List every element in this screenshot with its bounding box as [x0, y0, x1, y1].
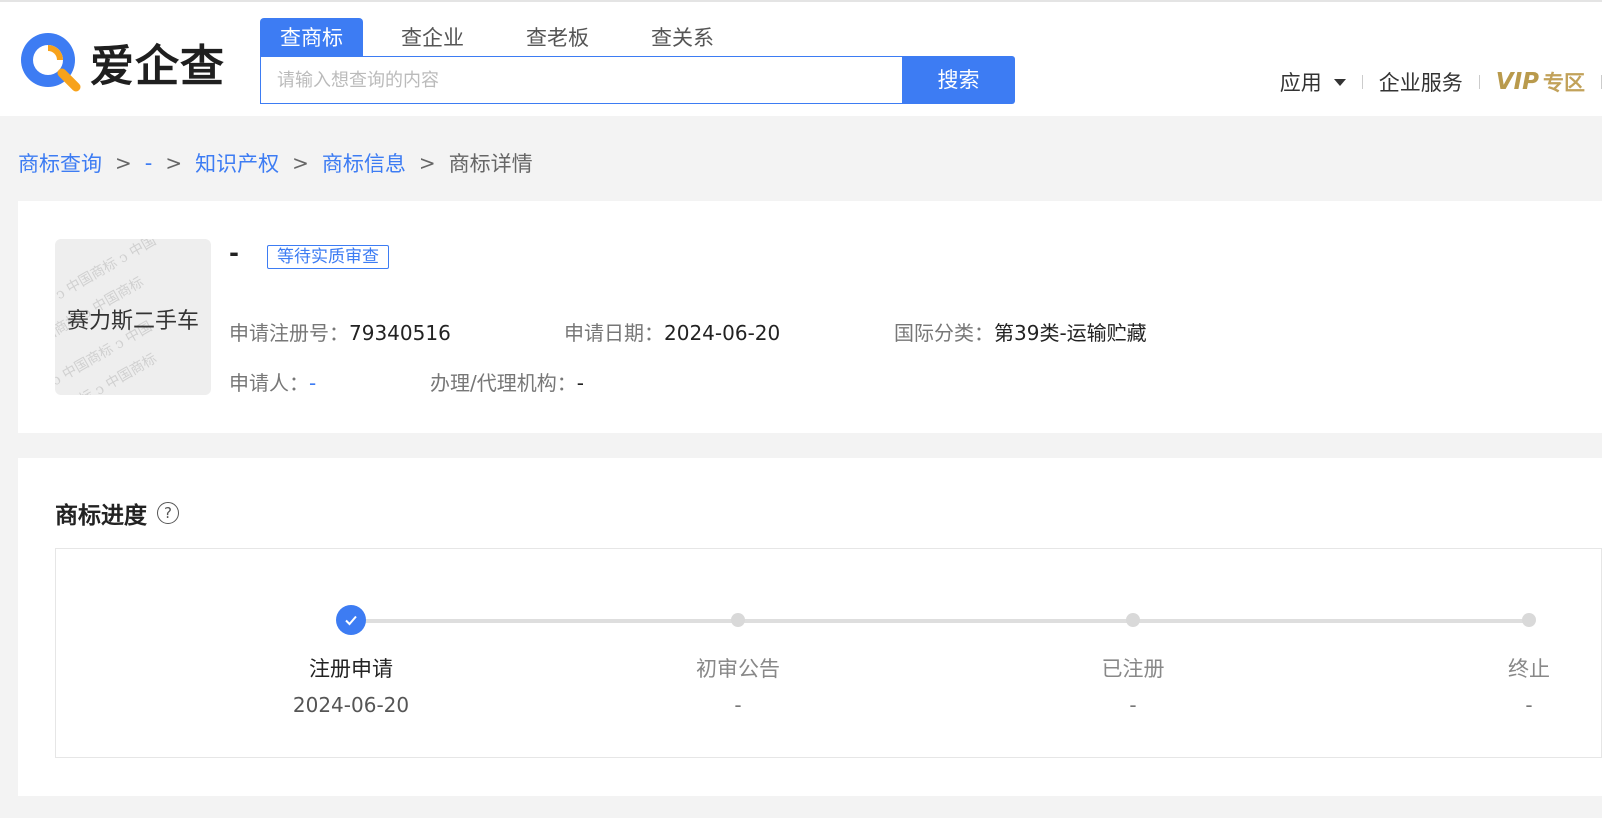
breadcrumb-separator: >	[165, 151, 183, 175]
agency-label: 办理/代理机构：	[430, 371, 577, 395]
reg-no-value: 79340516	[349, 321, 451, 345]
progress-title: 商标进度	[55, 503, 147, 529]
breadcrumb: 商标查询 > - > 知识产权 > 商标信息 > 商标详情	[18, 148, 533, 178]
apply-date-label: 申请日期：	[564, 321, 664, 345]
vip-badge: VIP	[1495, 69, 1539, 95]
intl-class-label: 国际分类：	[894, 321, 994, 345]
step-label-registered: 已注册	[1101, 657, 1165, 681]
trademark-image-text: 赛力斯二手车	[66, 309, 199, 334]
step-label-application: 注册申请	[309, 657, 393, 681]
tab-boss[interactable]: 查老板	[506, 18, 609, 56]
trademark-info-card: ↄ 中国商标 ↄ 中国 国商标 ↄ 中国商标 ↄ 中国商标 ↄ 中国 中国商标 …	[18, 201, 1602, 433]
tab-company[interactable]: 查企业	[381, 18, 484, 56]
intl-class-field: 国际分类：第39类-运输贮藏	[894, 317, 1147, 346]
breadcrumb-current: 商标详情	[448, 152, 533, 176]
breadcrumb-ip[interactable]: 知识产权	[195, 148, 279, 178]
breadcrumb-trademark-info[interactable]: 商标信息	[322, 148, 406, 178]
breadcrumb-separator: >	[115, 151, 132, 175]
applicant-link[interactable]: -	[309, 371, 316, 395]
apps-label: 应用	[1279, 71, 1322, 95]
enterprise-services-link[interactable]: 企业服务	[1363, 67, 1479, 97]
breadcrumb-company[interactable]: -	[145, 151, 153, 175]
apply-date-value: 2024-06-20	[664, 321, 781, 345]
agency-field: 办理/代理机构：-	[430, 367, 584, 396]
vip-zone-label: 专区	[1543, 71, 1585, 95]
intl-class-value: 第39类-运输贮藏	[994, 321, 1147, 345]
apps-menu[interactable]: 应用	[1264, 67, 1362, 97]
top-nav: 应用 企业服务 VIP 专区	[1264, 64, 1602, 100]
applicant-field: 申请人：-	[229, 367, 316, 396]
step-dot	[1126, 613, 1140, 627]
enterprise-services-label: 企业服务	[1378, 71, 1463, 95]
reg-no-label: 申请注册号：	[229, 321, 349, 345]
status-badge: 等待实质审查	[267, 245, 389, 269]
section-title: 商标进度 ?	[55, 496, 179, 530]
reg-no-field: 申请注册号：79340516	[229, 317, 451, 346]
step-dot	[731, 613, 745, 627]
search-button[interactable]: 搜索	[902, 56, 1015, 104]
tab-relation[interactable]: 查关系	[631, 18, 734, 56]
step-label-preliminary: 初审公告	[696, 657, 780, 681]
progress-timeline: 注册申请 2024-06-20 初审公告 - 已注册 - 终止 -	[55, 548, 1602, 758]
help-icon[interactable]: ?	[157, 502, 179, 524]
apply-date-field: 申请日期：2024-06-20	[564, 317, 780, 346]
step-dot	[1522, 613, 1536, 627]
vip-zone-link[interactable]: VIP 专区	[1480, 67, 1601, 97]
search-input[interactable]	[260, 56, 903, 104]
step-date-terminated: -	[1525, 693, 1533, 717]
caret-down-icon	[1333, 78, 1346, 86]
logo-magnifier-icon	[18, 29, 84, 95]
breadcrumb-separator: >	[418, 151, 436, 175]
progress-track	[352, 619, 1532, 623]
check-icon	[336, 605, 366, 635]
trademark-name: -	[229, 239, 239, 267]
tab-trademark[interactable]: 查商标	[260, 18, 363, 56]
top-header: 爱企查 查商标 查企业 查老板 查关系 搜索 应用 企业服务 VIP 专区	[0, 0, 1602, 116]
step-date-application: 2024-06-20	[292, 693, 410, 717]
logo[interactable]: 爱企查	[18, 28, 225, 96]
step-label-terminated: 终止	[1508, 657, 1550, 681]
breadcrumb-trademark-search[interactable]: 商标查询	[18, 148, 102, 178]
applicant-label: 申请人：	[229, 371, 309, 395]
breadcrumb-separator: >	[292, 151, 309, 175]
search-tabs: 查商标 查企业 查老板 查关系	[260, 18, 756, 56]
agency-value: -	[576, 371, 584, 395]
logo-text: 爱企查	[90, 41, 225, 92]
step-date-preliminary: -	[734, 693, 742, 717]
trademark-image[interactable]: ↄ 中国商标 ↄ 中国 国商标 ↄ 中国商标 ↄ 中国商标 ↄ 中国 中国商标 …	[55, 239, 211, 395]
trademark-progress-card: 商标进度 ? 注册申请 2024-06-20 初审公告 - 已注册 - 终止 -	[18, 458, 1602, 796]
step-date-registered: -	[1129, 693, 1137, 717]
